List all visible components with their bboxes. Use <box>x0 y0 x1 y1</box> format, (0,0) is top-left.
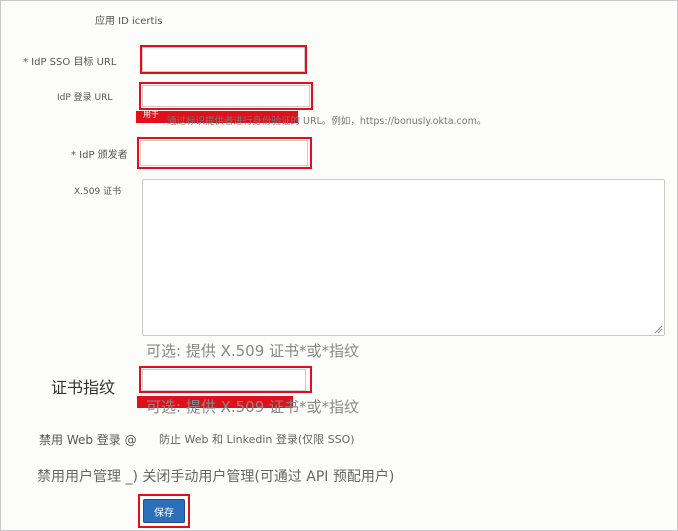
login-url-label: IdP 登录 URL <box>57 93 113 103</box>
login-url-hint-prefix: 用于 <box>143 110 159 119</box>
sso-target-highlight <box>140 45 307 74</box>
x509-textarea[interactable] <box>142 179 665 336</box>
fingerprint-highlight <box>139 366 312 393</box>
disable-user-management-option[interactable]: 禁用用户管理 _) 关闭手动用户管理(可通过 API 预配用户) <box>37 466 394 486</box>
issuer-highlight <box>137 137 312 169</box>
login-url-hint: 通过标识提供者进行身份验证的 URL。例如，https://bonusly.ok… <box>167 116 487 127</box>
issuer-label: * IdP 颁发者 <box>71 150 128 161</box>
fingerprint-hint: 可选: 提供 X.509 证书*或*指纹 <box>146 398 360 416</box>
save-button[interactable]: 保存 <box>143 499 185 523</box>
app-id-label: 应用 ID icertis <box>95 16 163 27</box>
disable-web-login-label[interactable]: 禁用 Web 登录 @ <box>39 431 137 448</box>
disable-web-login-description: 防止 Web 和 Linkedin 登录(仅限 SSO) <box>159 433 355 446</box>
x509-hint: 可选: 提供 X.509 证书*或*指纹 <box>146 342 360 360</box>
x509-label: X.509 证书 <box>74 187 122 197</box>
sso-target-label: * IdP SSO 目标 URL <box>23 57 117 68</box>
login-url-highlight <box>139 82 313 110</box>
resize-grip-icon[interactable] <box>653 324 663 334</box>
sso-settings-form: 应用 ID icertis * IdP SSO 目标 URL IdP 登录 UR… <box>0 0 678 531</box>
fingerprint-label: 证书指纹 <box>51 378 116 397</box>
